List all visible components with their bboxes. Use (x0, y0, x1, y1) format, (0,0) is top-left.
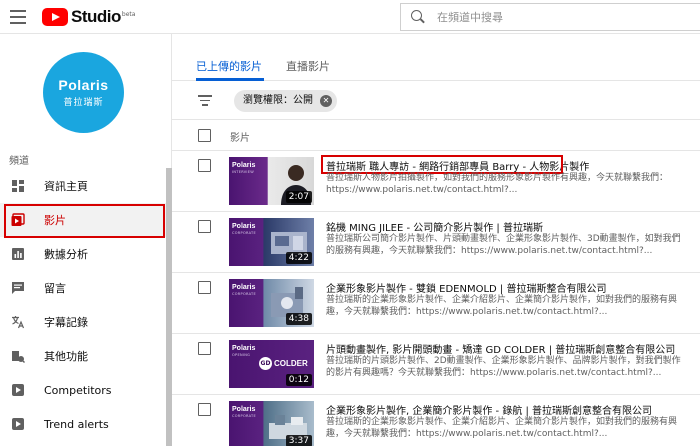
studio-logo[interactable]: Studio beta (42, 7, 135, 27)
other-features-icon (11, 349, 25, 363)
thumbnail-caption: CORPORATE (232, 414, 256, 418)
video-description: 普拉瑞斯人物影片拍攝製作，如對我們的服務形象影片製作有興趣，今天就聯繫我們：ht… (326, 173, 669, 195)
row-checkbox[interactable] (198, 342, 211, 355)
video-thumbnail[interactable]: Polaris CORPORATE 4:38 (229, 279, 314, 327)
thumbnail-brand: Polaris (232, 406, 256, 413)
channel-avatar[interactable]: Polaris 普拉瑞斯 (43, 52, 124, 133)
row-checkbox[interactable] (198, 159, 211, 172)
video-list: Polaris INTERVIEW 2:07 普拉瑞斯 職人專訪 - 網路行銷部… (172, 151, 700, 446)
video-duration: 2:07 (285, 191, 312, 203)
logo-text: Studio (71, 7, 121, 26)
sidebar-item-label: 資訊主頁 (44, 180, 88, 193)
thumbnail-brand: Polaris (232, 345, 256, 352)
dashboard-icon (11, 179, 25, 193)
video-description: 普拉瑞斯的企業形象影片製作、企業介紹影片、企業簡介影片製作，如對我們的服務有興趣… (326, 295, 678, 317)
search-icon[interactable] (411, 10, 425, 24)
sidebar-item-analytics[interactable]: 數據分析 (0, 237, 166, 271)
video-thumbnail[interactable]: Polaris OPENING GD COLDER 0:12 (229, 340, 314, 388)
video-description: 普拉瑞斯公司簡介影片製作、片頭動畫製作、企業形象影片製作、3D動畫製作，如對我們… (326, 234, 681, 256)
table-row[interactable]: Polaris CORPORATE 4:38 企業形象影片製作 - 雙鎖 EDE… (172, 273, 700, 334)
thumbnail-caption: CORPORATE (232, 231, 256, 235)
sidebar-item-label: Trend alerts (44, 417, 109, 431)
sidebar-item-competitors[interactable]: Competitors (0, 373, 166, 407)
row-checkbox[interactable] (198, 403, 211, 416)
sidebar-item-dashboard[interactable]: 資訊主頁 (0, 169, 166, 203)
thumbnail-brand: Polaris (232, 223, 256, 230)
video-duration: 0:12 (285, 374, 312, 386)
analytics-icon (11, 247, 25, 261)
sidebar-item-label: 數據分析 (44, 248, 88, 261)
video-thumbnail[interactable]: Polaris CORPORATE 4:22 (229, 218, 314, 266)
highlight-box (4, 204, 165, 238)
sidebar-item-other-features[interactable]: 其他功能 (0, 339, 166, 373)
thumbnail-caption: CORPORATE (232, 292, 256, 296)
search-box[interactable] (400, 3, 700, 31)
video-title[interactable]: 企業形象影片製作 - 雙鎖 EDENMOLD | 普拉瑞斯整合有限公司 (326, 280, 606, 295)
column-label-video: 影片 (230, 133, 250, 144)
gd-colder-logo: GD COLDER (259, 357, 308, 370)
thumbnail-caption: OPENING (232, 353, 251, 357)
tab-uploads[interactable]: 已上傳的影片 (196, 58, 262, 74)
table-row[interactable]: Polaris CORPORATE 4:22 銘機 MING JILEE - 公… (172, 212, 700, 273)
video-duration: 3:37 (285, 435, 312, 446)
video-description: 普拉瑞斯的企業形象影片製作、企業介紹影片、企業簡介影片製作，如對我們的服務有興趣… (326, 417, 678, 439)
youtube-play-icon (42, 8, 68, 26)
video-duration: 4:38 (285, 313, 312, 325)
sidebar-item-label: 字幕記錄 (44, 316, 88, 329)
sidebar-item-label: Competitors (44, 383, 112, 397)
channel-name: Polaris (58, 77, 109, 93)
hamburger-menu-icon[interactable] (10, 10, 26, 24)
tab-bar: 已上傳的影片 直播影片 (172, 34, 700, 81)
filter-chip-label: 瀏覽權限：公開 (243, 95, 313, 106)
video-title[interactable]: 企業形象影片製作, 企業簡介影片製作 - 錄航 | 普拉瑞斯創意整合有限公司 (326, 402, 652, 417)
sidebar-item-label: 其他功能 (44, 350, 88, 363)
select-all-checkbox[interactable] (198, 129, 211, 142)
filter-icon[interactable] (198, 95, 212, 107)
sidebar-item-label: 留言 (44, 282, 66, 295)
logo-badge: beta (121, 10, 136, 18)
filter-chip[interactable]: 瀏覽權限：公開 ✕ (234, 90, 337, 112)
channel-subtitle: 普拉瑞斯 (63, 98, 104, 108)
thumbnail-brand: Polaris (232, 284, 256, 291)
sidebar: Polaris 普拉瑞斯 頻道 資訊主頁 影片 數據分析 留言 字幕記錄 其他功… (0, 34, 172, 446)
thumbnail-brand: Polaris (232, 162, 256, 169)
close-icon[interactable]: ✕ (320, 95, 332, 107)
video-title[interactable]: 普拉瑞斯 職人專訪 - 網路行銷部專員 Barry - 人物影片製作 (326, 158, 589, 173)
video-title[interactable]: 片頭動畫製作, 影片開頭動畫 - 矯達 GD COLDER | 普拉瑞斯創意整合… (326, 341, 675, 356)
list-header: 影片 (172, 121, 700, 151)
sidebar-item-subtitles[interactable]: 字幕記錄 (0, 305, 166, 339)
gd-logo-text: COLDER (274, 359, 308, 368)
table-row[interactable]: Polaris INTERVIEW 2:07 普拉瑞斯 職人專訪 - 網路行銷部… (172, 151, 700, 212)
main-content: 已上傳的影片 直播影片 瀏覽權限：公開 ✕ 影片 Polaris INTERVI… (172, 34, 700, 446)
sidebar-nav: 資訊主頁 影片 數據分析 留言 字幕記錄 其他功能 Competitors Tr… (0, 169, 166, 441)
sidebar-item-comments[interactable]: 留言 (0, 271, 166, 305)
tab-underline (196, 78, 264, 81)
thumbnail-caption: INTERVIEW (232, 170, 255, 174)
table-row[interactable]: Polaris OPENING GD COLDER 0:12 片頭動畫製作, 影… (172, 334, 700, 395)
sidebar-item-label: 影片 (44, 214, 66, 227)
trend-alerts-icon (11, 417, 25, 431)
top-bar: Studio beta (0, 0, 700, 34)
comments-icon (11, 281, 25, 295)
tab-live[interactable]: 直播影片 (286, 58, 330, 74)
video-duration: 4:22 (285, 252, 312, 264)
filter-bar: 瀏覽權限：公開 ✕ (172, 82, 700, 120)
gd-logo-mark: GD (259, 357, 272, 370)
search-input[interactable] (437, 10, 677, 24)
sidebar-item-videos[interactable]: 影片 (0, 203, 166, 238)
table-row[interactable]: Polaris CORPORATE 3:37 企業形象影片製作, 企業簡介影片製… (172, 395, 700, 446)
video-icon (11, 213, 25, 227)
sidebar-item-trend-alerts[interactable]: Trend alerts (0, 407, 166, 441)
video-description: 普拉瑞斯的片頭影片製作、2D動畫製作、企業形象影片製作、品牌影片製作，對我們製作… (326, 356, 681, 378)
competitors-icon (11, 383, 25, 397)
row-checkbox[interactable] (198, 281, 211, 294)
video-thumbnail[interactable]: Polaris CORPORATE 3:37 (229, 401, 314, 446)
video-title[interactable]: 銘機 MING JILEE - 公司簡介影片製作 | 普拉瑞斯 (326, 219, 543, 234)
translate-icon (11, 315, 25, 329)
video-thumbnail[interactable]: Polaris INTERVIEW 2:07 (229, 157, 314, 205)
row-checkbox[interactable] (198, 220, 211, 233)
section-label: 頻道 (9, 156, 29, 167)
